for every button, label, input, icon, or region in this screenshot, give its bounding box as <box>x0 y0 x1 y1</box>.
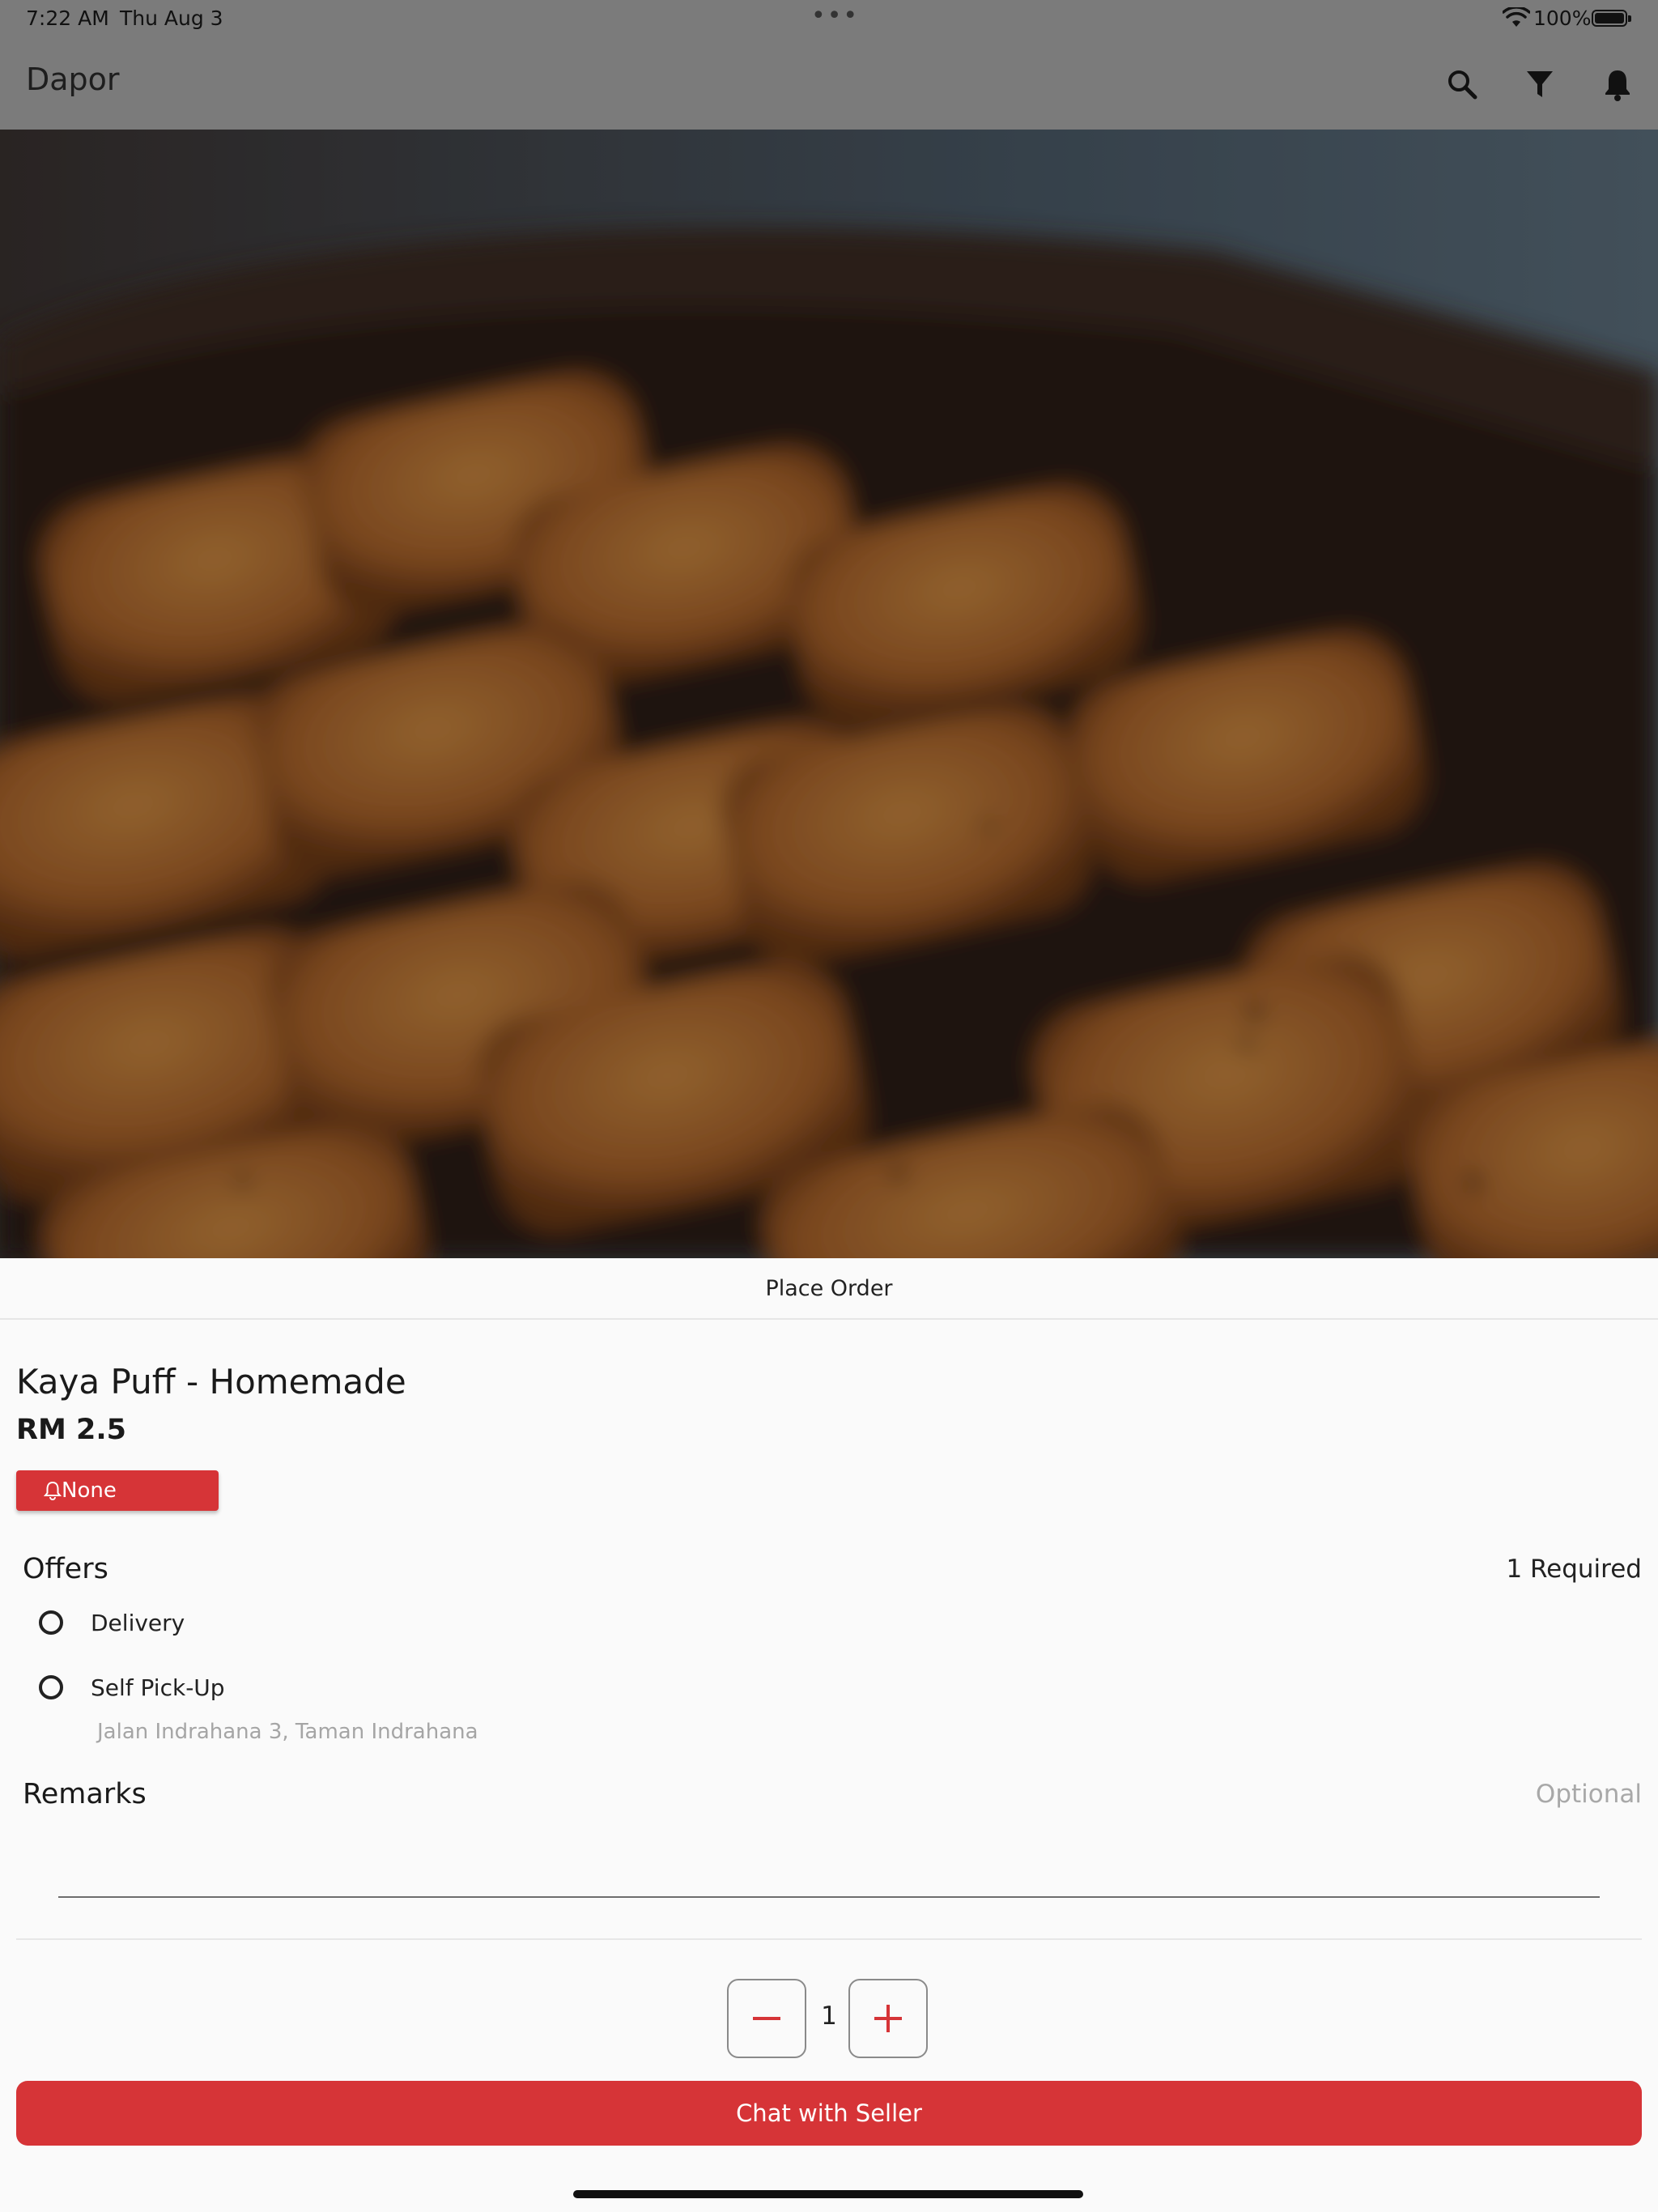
remarks-optional-hint: Optional <box>1535 1780 1642 1809</box>
sheet-title: Place Order <box>765 1275 893 1301</box>
battery-icon <box>1592 10 1631 27</box>
radio-self-pickup[interactable] <box>39 1675 63 1699</box>
offer-option-label: Delivery <box>91 1609 185 1636</box>
offer-option-delivery[interactable]: Delivery <box>39 1605 185 1640</box>
bell-icon[interactable] <box>1593 60 1642 108</box>
offer-option-label: Self Pick-Up <box>91 1674 225 1701</box>
wifi-icon <box>1503 7 1530 27</box>
offer-option-self-pickup[interactable]: Self Pick-Up <box>39 1670 225 1705</box>
status-time: 7:22 AM <box>26 6 109 30</box>
remarks-input-underline <box>58 1896 1600 1898</box>
status-bar: 7:22 AM Thu Aug 3 ••• 100% <box>0 0 1658 37</box>
chat-with-seller-button[interactable]: Chat with Seller <box>16 2081 1642 2146</box>
filter-icon[interactable] <box>1516 60 1564 108</box>
offers-label: Offers <box>23 1553 108 1585</box>
home-indicator[interactable] <box>573 2190 1083 2198</box>
product-price: RM 2.5 <box>16 1414 126 1446</box>
quantity-value: 1 <box>821 2001 837 2031</box>
radio-delivery[interactable] <box>39 1610 63 1635</box>
search-icon[interactable] <box>1438 60 1486 108</box>
chat-with-seller-label: Chat with Seller <box>736 2099 922 2127</box>
product-image <box>0 130 1658 1258</box>
product-name: Kaya Puff - Homemade <box>16 1362 406 1402</box>
notify-tag-button[interactable]: None <box>16 1470 219 1511</box>
increment-button[interactable] <box>848 1979 928 2058</box>
battery-percentage: 100% <box>1533 6 1592 30</box>
order-sheet: Place Order Kaya Puff - Homemade RM 2.5 … <box>0 1258 1658 2212</box>
decrement-button[interactable] <box>727 1979 806 2058</box>
sheet-header: Place Order <box>0 1258 1658 1320</box>
app-title: Dapor <box>26 62 120 97</box>
status-date: Thu Aug 3 <box>120 6 223 30</box>
app-bar: Dapor <box>0 37 1658 130</box>
notify-tag-label: None <box>62 1478 117 1503</box>
plus-icon <box>874 2005 902 2032</box>
remarks-label: Remarks <box>23 1778 147 1810</box>
minus-icon <box>753 2017 780 2020</box>
remarks-input[interactable] <box>58 1841 1600 1895</box>
pickup-address: Jalan Indrahana 3, Taman Indrahana <box>97 1720 478 1744</box>
offers-required-hint: 1 Required <box>1506 1555 1642 1584</box>
bell-outline-icon <box>44 1481 62 1500</box>
multitasking-dots[interactable]: ••• <box>811 2 859 30</box>
divider <box>16 1938 1642 1940</box>
